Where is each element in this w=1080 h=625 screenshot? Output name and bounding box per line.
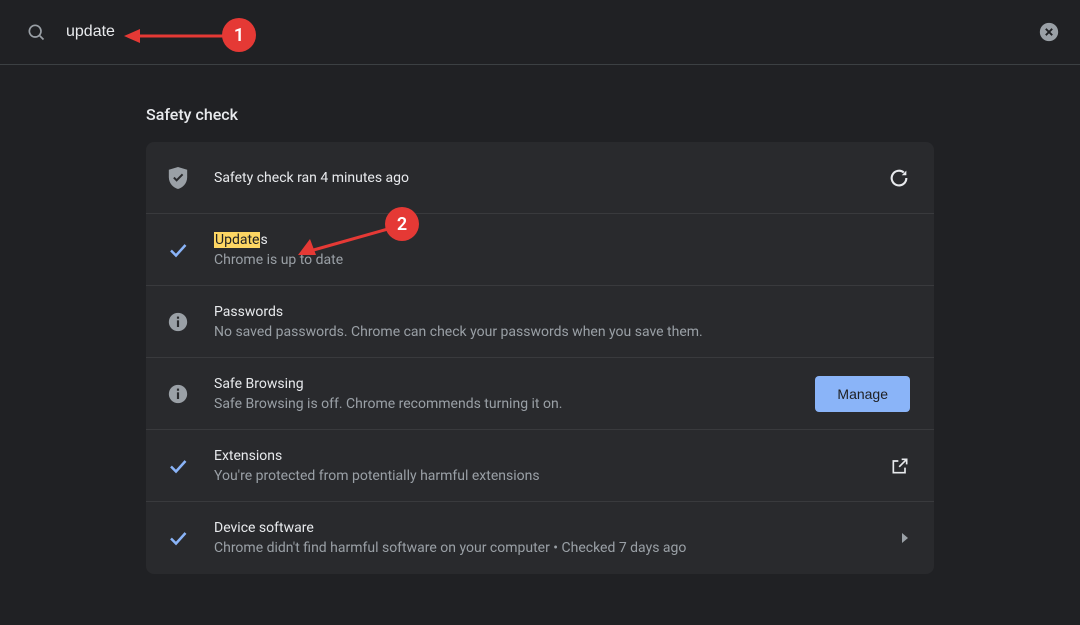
close-icon[interactable] <box>1038 21 1060 43</box>
row-title: Updates <box>214 232 910 248</box>
row-title: Passwords <box>214 304 910 320</box>
check-icon <box>166 526 190 550</box>
row-sub: You're protected from potentially harmfu… <box>214 468 878 484</box>
shield-check-icon <box>166 166 190 190</box>
row-title: Device software <box>214 520 888 536</box>
row-sub: Safe Browsing is off. Chrome recommends … <box>214 396 815 412</box>
search-input[interactable] <box>66 23 1038 41</box>
manage-button[interactable]: Manage <box>815 376 910 412</box>
search-bar <box>0 0 1080 65</box>
row-title: Extensions <box>214 448 878 464</box>
row-sub: Chrome is up to date <box>214 252 910 268</box>
section-title: Safety check <box>146 105 1080 124</box>
row-device-software[interactable]: Device software Chrome didn't find harmf… <box>146 502 934 574</box>
check-icon <box>166 454 190 478</box>
refresh-icon[interactable] <box>888 167 910 189</box>
row-safe-browsing[interactable]: Safe Browsing Safe Browsing is off. Chro… <box>146 358 934 430</box>
row-sub: Chrome didn't find harmful software on y… <box>214 540 888 556</box>
row-sub: No saved passwords. Chrome can check you… <box>214 324 910 340</box>
row-extensions[interactable]: Extensions You're protected from potenti… <box>146 430 934 502</box>
row-passwords[interactable]: Passwords No saved passwords. Chrome can… <box>146 286 934 358</box>
search-icon <box>26 22 46 42</box>
row-overview: Safety check ran 4 minutes ago <box>146 142 934 214</box>
row-title: Safe Browsing <box>214 376 815 392</box>
check-icon <box>166 238 190 262</box>
info-icon <box>166 382 190 406</box>
info-icon <box>166 310 190 334</box>
safety-check-card: Safety check ran 4 minutes ago Updates C… <box>146 142 934 574</box>
row-title: Safety check ran 4 minutes ago <box>214 170 876 186</box>
open-external-icon[interactable] <box>890 456 910 476</box>
chevron-right-icon[interactable] <box>900 533 910 543</box>
row-updates[interactable]: Updates Chrome is up to date <box>146 214 934 286</box>
